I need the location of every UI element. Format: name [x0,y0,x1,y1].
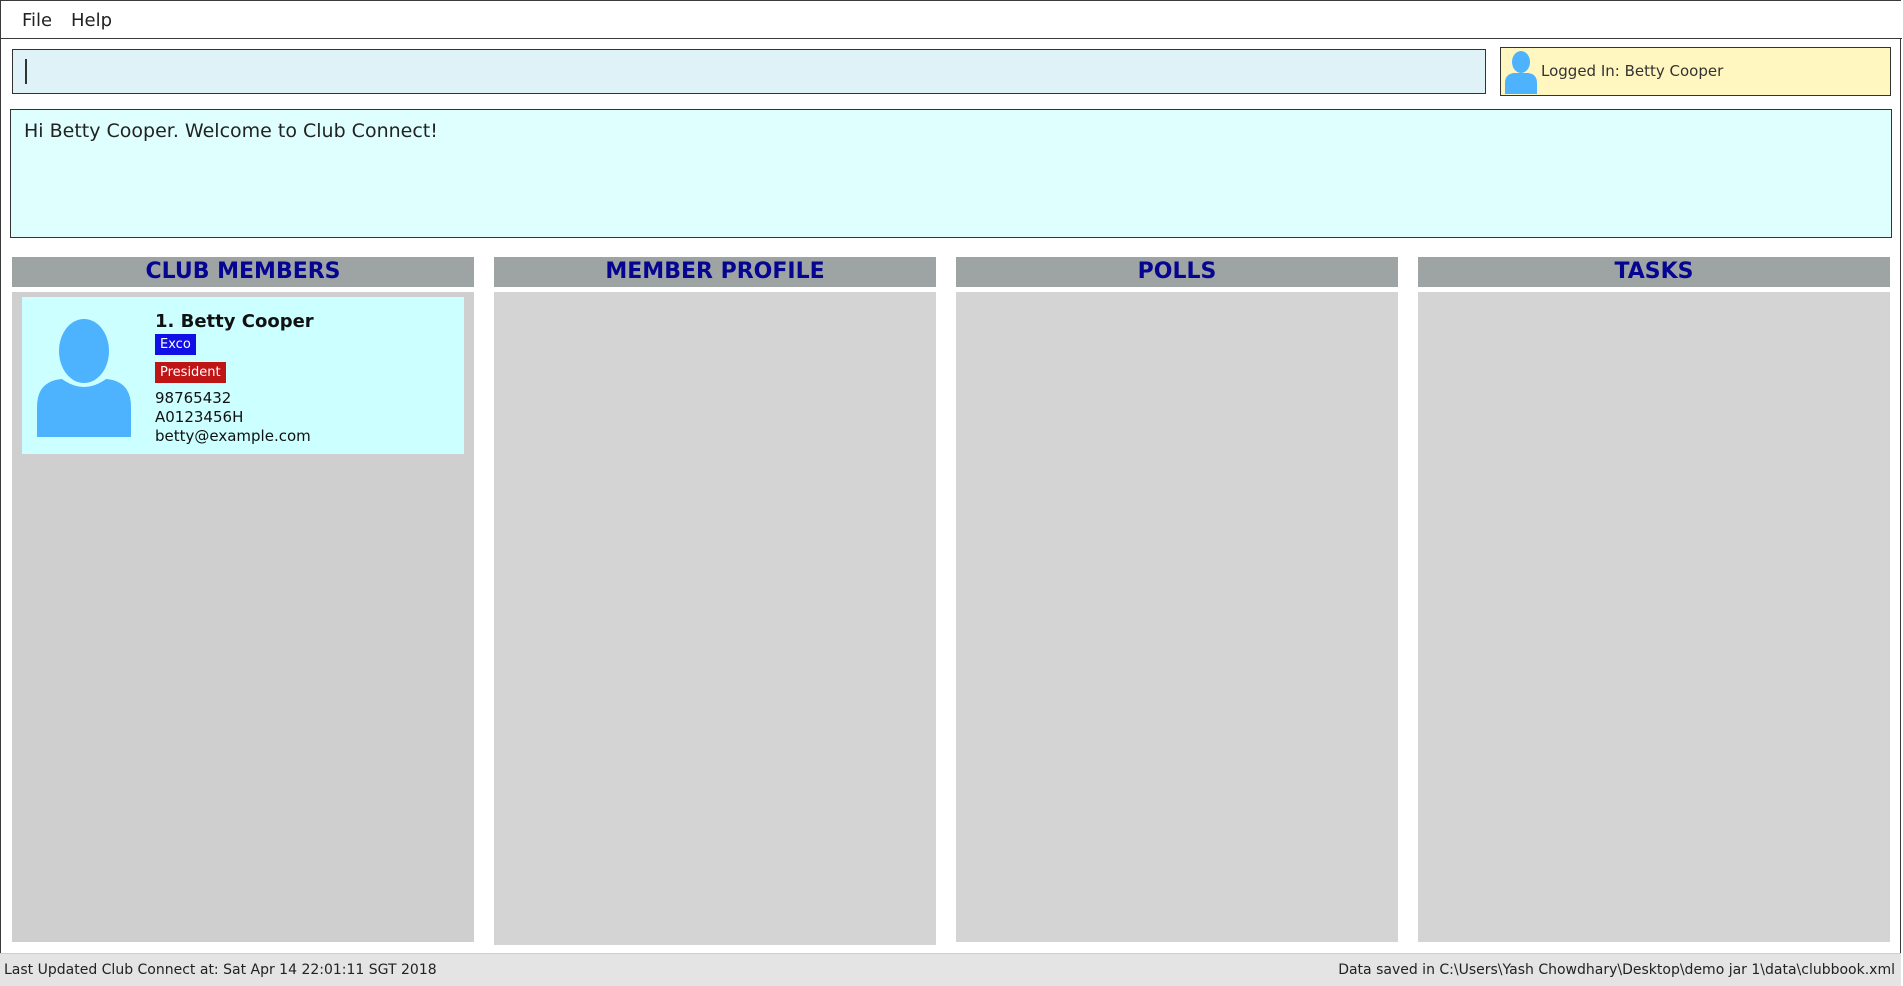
tasks-panel [1418,292,1890,942]
member-profile-header: MEMBER PROFILE [494,257,936,287]
status-bar: Last Updated Club Connect at: Sat Apr 14… [0,953,1901,986]
member-card[interactable]: 1. Betty Cooper Exco President 98765432 … [22,297,464,454]
command-input[interactable] [12,49,1486,94]
polls-panel [956,292,1398,942]
member-avatar-icon [37,319,131,437]
menu-help[interactable]: Help [71,10,112,31]
user-avatar-icon [1505,51,1537,94]
menu-file[interactable]: File [22,10,52,31]
tag-exco: Exco [155,334,196,355]
menu-bar: File Help [1,1,1902,39]
tag-president: President [155,362,226,383]
logged-in-panel: Logged In: Betty Cooper [1500,47,1891,96]
logged-in-label: Logged In: Betty Cooper [1541,62,1724,80]
member-profile-panel [494,292,936,945]
data-saved-status: Data saved in C:\Users\Yash Chowdhary\De… [1338,962,1895,978]
member-name: 1. Betty Cooper [155,311,314,332]
last-updated-status: Last Updated Club Connect at: Sat Apr 14… [4,962,437,978]
tasks-header: TASKS [1418,257,1890,287]
result-display: Hi Betty Cooper. Welcome to Club Connect… [10,109,1892,238]
polls-header: POLLS [956,257,1398,287]
text-caret [25,59,27,84]
member-phone: 98765432 [155,389,232,407]
result-message: Hi Betty Cooper. Welcome to Club Connect… [24,120,438,142]
member-matric-number: A0123456H [155,408,244,426]
club-members-header: CLUB MEMBERS [12,257,474,287]
member-email: betty@example.com [155,427,311,445]
